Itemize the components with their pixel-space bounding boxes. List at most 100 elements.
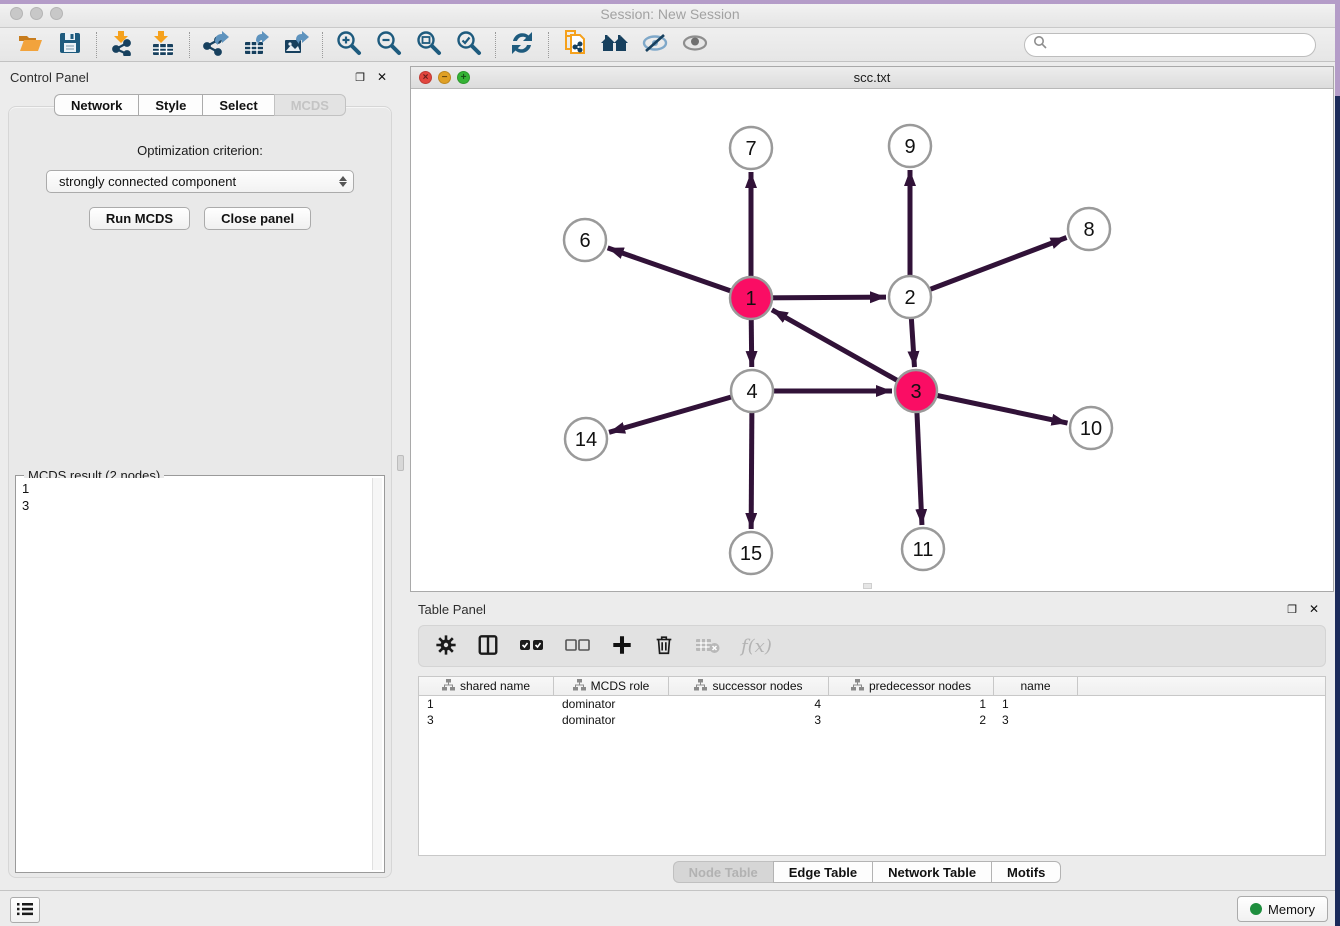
svg-text:6: 6 <box>579 230 590 252</box>
graph-node-14[interactable]: 14 <box>565 418 607 460</box>
table-settings-button[interactable] <box>435 631 457 661</box>
graph-edge-3-1[interactable] <box>772 310 916 391</box>
unselect-all-checks-button[interactable] <box>565 631 591 661</box>
search-field[interactable] <box>1024 33 1316 57</box>
svg-text:14: 14 <box>575 429 597 451</box>
table-cell: 2 <box>829 712 994 728</box>
column-header-successor-nodes[interactable]: successor nodes <box>669 677 829 695</box>
import-table-icon <box>150 30 176 59</box>
network-canvas[interactable]: 7 9 6 8 1 2 4 3 14 10 15 11 <box>411 89 1333 591</box>
graph-node-1[interactable]: 1 <box>730 277 772 319</box>
toolbar-separator <box>548 32 549 58</box>
save-session-button[interactable] <box>50 30 90 60</box>
import-table-button[interactable] <box>143 30 183 60</box>
search-input[interactable] <box>1052 38 1307 52</box>
export-network-button[interactable] <box>196 30 236 60</box>
tab-edge-table[interactable]: Edge Table <box>773 861 872 883</box>
export-image-icon <box>283 30 309 59</box>
svg-text:8: 8 <box>1083 219 1094 241</box>
run-mcds-button[interactable]: Run MCDS <box>89 207 190 230</box>
column-header-MCDS-role[interactable]: MCDS role <box>554 677 669 695</box>
refresh-button[interactable] <box>502 30 542 60</box>
open-session-button[interactable] <box>10 30 50 60</box>
mcds-result-scrollbar[interactable] <box>372 478 382 870</box>
search-icon <box>1033 35 1047 54</box>
close-panel-button[interactable]: Close panel <box>204 207 311 230</box>
float-table-panel-icon[interactable]: ❐ <box>1284 601 1300 617</box>
tab-style[interactable]: Style <box>138 94 202 116</box>
delete-table-button[interactable] <box>695 631 721 661</box>
panel-splitter-handle[interactable] <box>397 455 404 471</box>
status-bar: Memory <box>0 890 1340 926</box>
close-table-panel-icon[interactable]: ✕ <box>1306 601 1322 617</box>
column-header-name[interactable]: name <box>994 677 1078 695</box>
toolbar-separator <box>495 32 496 58</box>
graph-node-9[interactable]: 9 <box>889 125 931 167</box>
memory-status-icon <box>1250 903 1262 915</box>
export-table-button[interactable] <box>236 30 276 60</box>
memory-label: Memory <box>1268 902 1315 917</box>
show-all-button[interactable] <box>675 30 715 60</box>
graph-node-2[interactable]: 2 <box>889 276 931 318</box>
tab-network[interactable]: Network <box>54 94 138 116</box>
network-window-titlebar[interactable]: × − + scc.txt <box>411 67 1333 89</box>
function-builder-button[interactable]: f(x) <box>741 631 772 661</box>
optimization-criterion-dropdown[interactable]: strongly connected component <box>46 170 354 193</box>
graph-node-7[interactable]: 7 <box>730 127 772 169</box>
network-file-icon <box>561 29 589 60</box>
graph-node-8[interactable]: 8 <box>1068 208 1110 250</box>
tab-select[interactable]: Select <box>202 94 273 116</box>
svg-text:1: 1 <box>745 288 756 310</box>
tab-mcds[interactable]: MCDS <box>274 94 346 116</box>
hierarchy-icon <box>694 679 707 694</box>
column-header-predecessor-nodes[interactable]: predecessor nodes <box>829 677 994 695</box>
mcds-result-text[interactable]: 1 3 <box>18 478 372 870</box>
memory-button[interactable]: Memory <box>1237 896 1328 922</box>
graph-node-10[interactable]: 10 <box>1070 407 1112 449</box>
graph-node-15[interactable]: 15 <box>730 532 772 574</box>
hierarchy-icon <box>442 679 455 694</box>
network-view-title: scc.txt <box>411 70 1333 85</box>
mcds-panel: Optimization criterion: strongly connect… <box>8 106 392 878</box>
control-panel-title: Control Panel <box>10 70 89 85</box>
app-titlebar: Session: New Session <box>0 0 1340 28</box>
zoom-selected-button[interactable] <box>449 30 489 60</box>
hide-selected-button[interactable] <box>635 30 675 60</box>
import-network-button[interactable] <box>103 30 143 60</box>
show-columns-button[interactable] <box>477 631 499 661</box>
zoom-in-button[interactable] <box>329 30 369 60</box>
tab-node-table[interactable]: Node Table <box>673 861 773 883</box>
task-history-button[interactable] <box>10 897 40 923</box>
table-row[interactable]: 3dominator323 <box>419 712 1325 728</box>
export-image-button[interactable] <box>276 30 316 60</box>
first-neighbors-button[interactable] <box>595 30 635 60</box>
node-table[interactable]: shared nameMCDS rolesuccessor nodesprede… <box>418 676 1326 856</box>
column-header-shared-name[interactable]: shared name <box>419 677 554 695</box>
table-cell: 3 <box>669 712 829 728</box>
zoom-fit-button[interactable] <box>409 30 449 60</box>
delete-row-button[interactable] <box>653 631 675 661</box>
table-row[interactable]: 1dominator411 <box>419 696 1325 712</box>
graph-edge-4-14[interactable] <box>609 391 752 432</box>
float-panel-icon[interactable]: ❐ <box>352 69 368 85</box>
graph-edge-3-10[interactable] <box>916 391 1068 423</box>
zoom-out-button[interactable] <box>369 30 409 60</box>
table-panel-title: Table Panel <box>418 602 486 617</box>
tab-network-table[interactable]: Network Table <box>872 861 991 883</box>
graph-node-4[interactable]: 4 <box>731 370 773 412</box>
list-icon <box>16 901 34 920</box>
table-tabs: Node TableEdge TableNetwork TableMotifs <box>400 861 1334 883</box>
select-all-checks-button[interactable] <box>519 631 545 661</box>
graph-node-11[interactable]: 11 <box>902 528 944 570</box>
graph-edge-1-6[interactable] <box>608 248 751 298</box>
graph-edge-2-8[interactable] <box>910 238 1067 297</box>
add-row-button[interactable] <box>611 631 633 661</box>
zoom-selected-icon <box>456 30 482 59</box>
close-panel-icon[interactable]: ✕ <box>374 69 390 85</box>
canvas-resize-grip[interactable] <box>863 583 872 589</box>
graph-node-6[interactable]: 6 <box>564 219 606 261</box>
graph-node-3[interactable]: 3 <box>895 370 937 412</box>
svg-text:11: 11 <box>913 539 934 561</box>
new-network-from-selection-button[interactable] <box>555 30 595 60</box>
tab-motifs[interactable]: Motifs <box>991 861 1061 883</box>
